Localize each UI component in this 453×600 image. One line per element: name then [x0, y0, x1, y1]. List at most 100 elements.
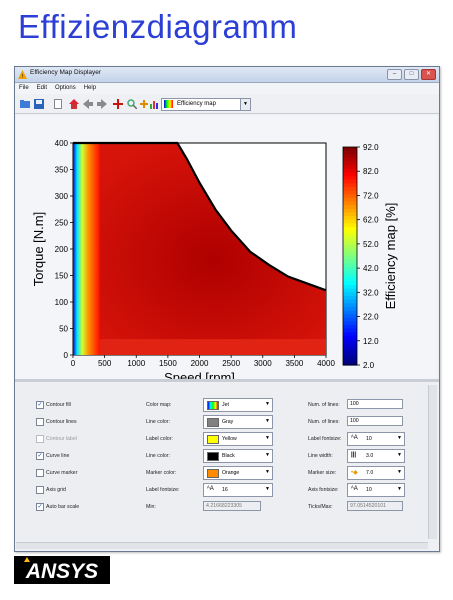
horizontal-scrollbar[interactable]: [16, 542, 428, 549]
colorbar-segment: [343, 325, 357, 330]
panel-splitter[interactable]: [15, 379, 439, 382]
move-cross-icon[interactable]: [113, 99, 123, 109]
option-label: Label color:: [146, 436, 173, 442]
slide-title: Effizienzdiagramm: [18, 8, 298, 45]
save-icon[interactable]: [34, 99, 44, 109]
colorbar-segment: [343, 339, 357, 344]
num-lines-input[interactable]: 100: [347, 399, 403, 409]
colorbar-segment: [343, 205, 357, 210]
colorbar-segment: [343, 161, 357, 166]
colorbar-tick-label: 42.0: [363, 264, 379, 273]
minimize-button[interactable]: –: [387, 69, 402, 80]
checkbox-curve-marker[interactable]: [36, 469, 44, 477]
colorbar-segment: [343, 183, 357, 188]
colorbar-segment: [343, 201, 357, 206]
option-label: Num. of lines:: [308, 402, 340, 408]
colorbar-segment: [343, 179, 357, 184]
colorbar-segment: [343, 157, 357, 163]
select-label-fontsize-5[interactable]: ᴬA 16 ▼: [203, 483, 273, 497]
y-tick-label: 150: [55, 272, 69, 281]
home-icon[interactable]: [69, 99, 79, 109]
select-value: 10: [366, 436, 372, 442]
colorbar-label: Efficiency map [%]: [383, 203, 398, 310]
y-axis-label: Torque [N.m]: [31, 212, 46, 286]
chevron-down-icon: ▼: [265, 401, 270, 407]
color-swatch: [207, 401, 219, 410]
menu-edit[interactable]: Edit: [33, 83, 51, 91]
colorbar-segment: [343, 317, 357, 322]
new-page-icon[interactable]: [53, 99, 63, 109]
vertical-scrollbar[interactable]: [428, 385, 437, 539]
colorbar-segment: [343, 245, 357, 250]
font-size-icon: ᴬA: [351, 435, 358, 441]
chart-icon[interactable]: [149, 99, 159, 109]
colorbar-segment: [343, 197, 357, 203]
low-torque-band: [73, 339, 326, 355]
back-arrow-icon[interactable]: [83, 99, 93, 109]
colorbar-segment: [343, 190, 357, 195]
app-icon: !: [18, 70, 27, 79]
num-lines-input[interactable]: 100: [347, 416, 403, 426]
zoom-icon[interactable]: [127, 99, 137, 109]
colorbar-segment: [343, 212, 357, 217]
ticks-max-label: Ticks/Max:: [308, 504, 333, 510]
menu-help[interactable]: Help: [80, 83, 100, 91]
min-label: Min:: [146, 504, 156, 510]
checkbox-axis-grid[interactable]: [36, 486, 44, 494]
select-marker-color-4[interactable]: Orange ▼: [203, 466, 273, 480]
forward-arrow-icon[interactable]: [97, 99, 107, 109]
maximize-button[interactable]: □: [404, 69, 419, 80]
colorbar-segment: [343, 285, 357, 290]
select-label-color-2[interactable]: Yellow ▼: [203, 432, 273, 446]
colorbar-segment: [343, 303, 357, 308]
select-color-map-0[interactable]: Jet ▼: [203, 398, 273, 412]
checkbox-contour-lines[interactable]: [36, 418, 44, 426]
open-folder-icon[interactable]: [20, 99, 30, 109]
colorbar-segment: [343, 343, 357, 348]
low-speed-gradient: [73, 143, 100, 355]
colorbar-segment: [343, 350, 357, 355]
select-axis-fontsize-5[interactable]: ᴬA 10 ▼: [347, 483, 405, 497]
option-label: Line width:: [308, 453, 333, 459]
x-tick-label: 2500: [222, 359, 240, 368]
color-swatch: [207, 435, 219, 444]
colorbar-tick-label: 2.0: [363, 361, 375, 370]
checkbox-curve-line[interactable]: ✓: [36, 452, 44, 460]
colorbar-tick-label: 62.0: [363, 216, 379, 225]
chevron-down-icon: ▼: [265, 486, 270, 492]
chevron-down-icon: ▼: [265, 469, 270, 475]
marker-size-icon: •◆: [351, 470, 358, 476]
colorbar-segment: [343, 168, 357, 174]
efficiency-map-chart[interactable]: 0 500 1000 1500 2000 2500 3000 3500 4000 0 50 100 15…: [16, 115, 437, 379]
line-width-icon: |||: [351, 452, 357, 458]
x-tick-label: 3000: [254, 359, 272, 368]
select-marker-size-4[interactable]: •◆ 7.0 ▼: [347, 466, 405, 480]
colorbar-segment: [343, 230, 357, 235]
close-button[interactable]: ✕: [421, 69, 436, 80]
select-line-color-3[interactable]: Black ▼: [203, 449, 273, 463]
select-line-width-3[interactable]: ||| 3.0 ▼: [347, 449, 405, 463]
colorbar-segment: [343, 248, 357, 253]
select-value: Gray: [222, 419, 234, 425]
x-tick-label: 0: [71, 359, 76, 368]
view-select[interactable]: Efficiency map ▼: [161, 98, 251, 111]
colorbar-segment: [343, 147, 357, 152]
select-label-fontsize-2[interactable]: ᴬA 10 ▼: [347, 432, 405, 446]
colorbar-segment: [343, 281, 357, 286]
x-tick-label: 4000: [317, 359, 335, 368]
min-value-field: 4.21668223305: [203, 501, 261, 511]
y-tick-label: 200: [55, 245, 69, 254]
window-titlebar[interactable]: ! Efficiency Map Displayer – □ ✕: [15, 67, 439, 83]
app-window: ! Efficiency Map Displayer – □ ✕ File Edi…: [14, 66, 440, 552]
select-line-color-1[interactable]: Gray ▼: [203, 415, 273, 429]
menu-options[interactable]: Options: [51, 83, 80, 91]
checkbox-label: Contour lines: [46, 419, 77, 425]
checkbox-label: Contour fill: [46, 402, 71, 408]
add-icon[interactable]: [139, 99, 149, 109]
option-label: Line color:: [146, 453, 170, 459]
colorbar-segment: [343, 172, 357, 177]
checkbox-contour-fill[interactable]: ✓: [36, 401, 44, 409]
checkbox-auto-bar-scale[interactable]: ✓: [36, 503, 44, 511]
colorbar-segment: [343, 295, 357, 301]
menu-file[interactable]: File: [15, 83, 33, 91]
